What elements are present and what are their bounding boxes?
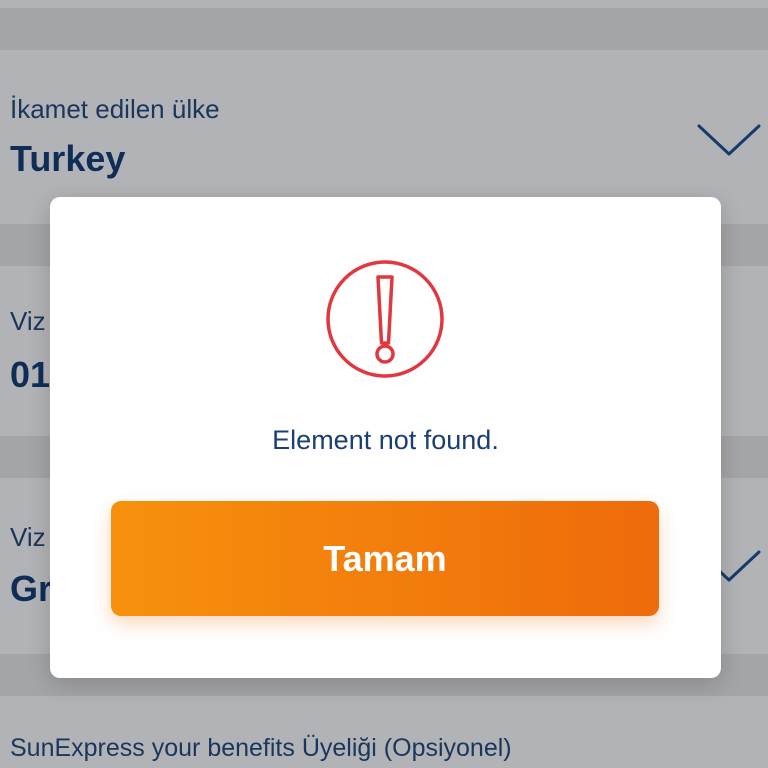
membership-field[interactable]: SunExpress your benefits Üyeliği (Opsiyo… (0, 696, 768, 768)
visa-country-value: Gr (10, 568, 53, 609)
error-dialog: Element not found. Tamam (50, 197, 721, 678)
visa-date-label: Viz (10, 306, 46, 336)
visa-country-label: Viz (10, 522, 46, 552)
dialog-message: Element not found. (272, 425, 499, 455)
residence-country-value: Turkey (10, 138, 126, 179)
ok-button[interactable]: Tamam (111, 501, 659, 616)
chevron-down-icon[interactable] (696, 120, 762, 160)
screen: İkamet edilen ülke Turkey Viz 01 Viz Gr … (0, 0, 768, 768)
form-card-top (0, 0, 768, 8)
membership-label: SunExpress your benefits Üyeliği (Opsiyo… (10, 734, 512, 762)
residence-country-label: İkamet edilen ülke (10, 94, 220, 124)
exclamation-circle-icon (326, 260, 444, 378)
visa-date-value: 01 (10, 354, 51, 395)
